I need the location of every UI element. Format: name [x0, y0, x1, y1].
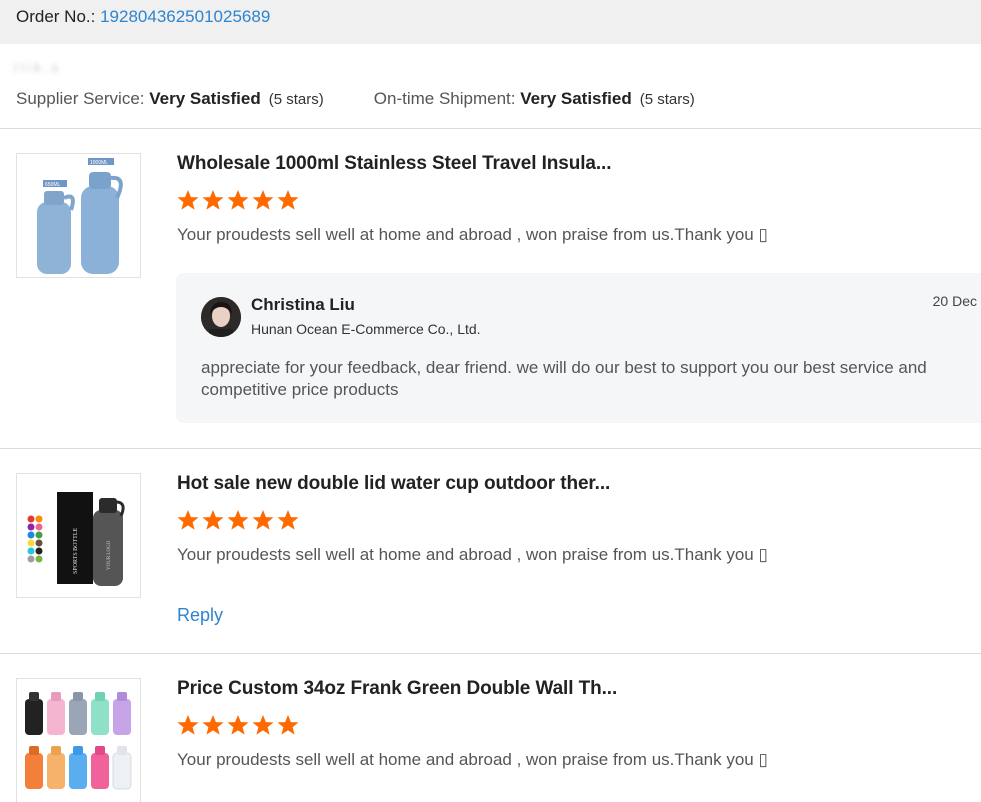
svg-text:YOUR LOGO: YOUR LOGO [107, 540, 112, 570]
order-label: Order No.: [16, 7, 101, 26]
ontime-shipment-value: Very Satisfied [520, 89, 632, 108]
product-title[interactable]: Hot sale new double lid water cup outdoo… [177, 473, 610, 495]
svg-text:SPORTS BOTTLE: SPORTS BOTTLE [73, 528, 79, 574]
supplier-avatar-image [201, 297, 241, 337]
avatar [201, 297, 241, 337]
star-icon [201, 189, 225, 216]
review-stars [176, 189, 301, 216]
star-icon [201, 509, 225, 536]
product-thumbnail[interactable]: 650ML 1000ML [16, 153, 141, 278]
order-header: Order No.: 192804362501025689 [0, 0, 981, 44]
supplier-service-value: Very Satisfied [149, 89, 261, 108]
divider [0, 653, 981, 654]
divider [0, 448, 981, 449]
review-item: 650ML 1000ML Wholesale 1000ml Stainless … [0, 153, 981, 433]
svg-text:1000ML: 1000ML [90, 160, 108, 166]
star-icon [276, 189, 300, 216]
star-icon [251, 509, 275, 536]
reply-button[interactable]: Reply [177, 605, 223, 626]
review-item: Price Custom 34oz Frank Green Double Wal… [0, 678, 981, 802]
star-icon [251, 714, 275, 741]
divider [0, 128, 981, 129]
ontime-shipment-label: On-time Shipment: [373, 89, 521, 108]
review-comment: Your proudests sell well at home and abr… [177, 750, 768, 769]
star-icon [226, 714, 250, 741]
svg-text:650ML: 650ML [45, 182, 61, 188]
supplier-reply: Christina Liu Hunan Ocean E-Commerce Co.… [176, 273, 981, 423]
reply-company: Hunan Ocean E-Commerce Co., Ltd. [251, 321, 481, 337]
reply-date: 20 Dec [932, 293, 977, 309]
star-icon [201, 714, 225, 741]
review-item: SPORTS BOTTLE YOUR LOGO Hot sale new dou… [0, 473, 981, 633]
star-icon [176, 714, 200, 741]
review-stars [176, 509, 301, 536]
reply-text: appreciate for your feedback, dear frien… [201, 358, 927, 399]
star-icon [226, 509, 250, 536]
colored-bottles-image [25, 692, 132, 790]
ontime-shipment-stars: (5 stars) [639, 91, 695, 108]
star-icon [176, 189, 200, 216]
reply-author-name: Christina Liu [251, 295, 355, 314]
product-title[interactable]: Wholesale 1000ml Stainless Steel Travel … [177, 153, 612, 175]
supplier-service-label: Supplier Service: [16, 89, 150, 108]
star-icon [226, 189, 250, 216]
review-comment: Your proudests sell well at home and abr… [177, 545, 768, 564]
review-comment: Your proudests sell well at home and abr… [177, 225, 768, 244]
sports-bottle-image: SPORTS BOTTLE YOUR LOGO [27, 492, 125, 586]
store-ratings: Supplier Service: Very Satisfied (5 stars… [16, 89, 695, 109]
review-stars [176, 714, 301, 741]
star-icon [251, 189, 275, 216]
star-icon [176, 509, 200, 536]
order-number-link[interactable]: 192804362501025689 [100, 7, 270, 26]
product-thumbnail[interactable] [16, 678, 141, 802]
star-icon [276, 714, 300, 741]
product-thumbnail[interactable]: SPORTS BOTTLE YOUR LOGO [16, 473, 141, 598]
product-title[interactable]: Price Custom 34oz Frank Green Double Wal… [177, 678, 617, 700]
supplier-service-stars: (5 stars) [268, 91, 324, 108]
star-icon [276, 509, 300, 536]
buyer-name-redacted: I l i k , s [14, 60, 59, 75]
insulated-bottles-image: 650ML 1000ML [37, 158, 123, 274]
